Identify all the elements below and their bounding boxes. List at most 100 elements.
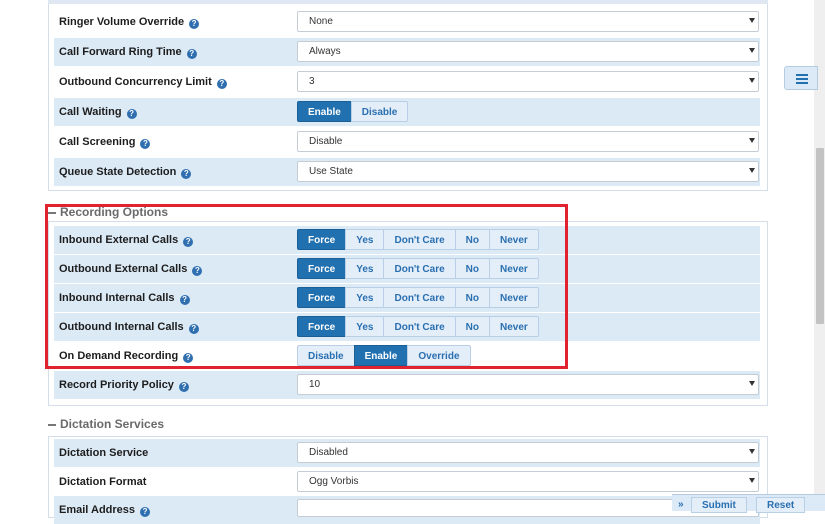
option-yes-button[interactable]: Yes [345, 316, 385, 337]
help-icon[interactable]: ? [192, 266, 203, 276]
queue-state-select[interactable]: Use State [297, 161, 759, 182]
outbound-external-row: Outbound External Calls? Force Yes Don't… [54, 255, 760, 283]
side-menu-tab[interactable] [784, 66, 818, 90]
outbound-concurrency-row: Outbound Concurrency Limit? 3 [54, 68, 760, 96]
ringer-volume-row: Ringer Volume Override? None [54, 8, 760, 36]
option-never-button[interactable]: Never [489, 258, 539, 279]
field-label: Call Screening? [59, 128, 151, 156]
call-forward-row: Call Forward Ring Time? Always [54, 38, 760, 66]
option-yes-button[interactable]: Yes [345, 258, 385, 279]
call-waiting-disable-button[interactable]: Disable [350, 101, 409, 122]
field-label: Email Address? [59, 496, 151, 524]
list-icon [796, 74, 808, 84]
option-dont-care-button[interactable]: Don't Care [383, 316, 456, 337]
help-icon[interactable]: ? [140, 507, 151, 517]
recording-options-header[interactable]: Recording Options [48, 203, 168, 221]
option-force-button[interactable]: Force [297, 316, 347, 337]
field-label: Inbound External Calls? [59, 226, 194, 254]
chevron-down-icon [749, 18, 755, 23]
outbound-concurrency-select[interactable]: 3 [297, 71, 759, 92]
option-force-button[interactable]: Force [297, 287, 347, 308]
field-label: Outbound Concurrency Limit? [59, 68, 227, 96]
help-icon[interactable]: ? [183, 353, 194, 363]
help-icon[interactable]: ? [216, 79, 227, 89]
call-screening-select[interactable]: Disable [297, 131, 759, 152]
field-label: Dictation Format [59, 476, 147, 488]
field-label: Call Forward Ring Time? [59, 38, 197, 66]
inbound-internal-options: Force Yes Don't Care No Never [297, 287, 539, 308]
option-no-button[interactable]: No [454, 287, 490, 308]
chevron-down-icon [749, 138, 755, 143]
inbound-external-options: Force Yes Don't Care No Never [297, 229, 539, 250]
chevron-down-icon [749, 48, 755, 53]
queue-state-row: Queue State Detection? Use State [54, 158, 760, 186]
option-never-button[interactable]: Never [489, 229, 539, 250]
call-screening-row: Call Screening? Disable [54, 128, 760, 156]
help-icon[interactable]: ? [183, 237, 194, 247]
help-icon[interactable]: ? [178, 382, 189, 392]
outbound-internal-row: Outbound Internal Calls? Force Yes Don't… [54, 313, 760, 341]
on-demand-options: Disable Enable Override [297, 345, 471, 366]
inbound-external-row: Inbound External Calls? Force Yes Don't … [54, 226, 760, 254]
option-never-button[interactable]: Never [489, 316, 539, 337]
on-demand-recording-row: On Demand Recording? Disable Enable Over… [54, 342, 760, 370]
field-label: Record Priority Policy? [59, 371, 189, 399]
chevron-down-icon [749, 381, 755, 386]
dictation-format-row: Dictation Format Ogg Vorbis [54, 468, 760, 496]
field-label: Inbound Internal Calls? [59, 284, 190, 312]
reset-button[interactable]: Reset [756, 497, 806, 513]
ringer-volume-select[interactable]: None [297, 11, 759, 32]
option-no-button[interactable]: No [454, 258, 490, 279]
dictation-service-row: Dictation Service Disabled [54, 439, 760, 467]
submit-button[interactable]: Submit [691, 497, 747, 513]
dictation-service-select[interactable]: Disabled [297, 442, 759, 463]
field-label: Outbound External Calls? [59, 255, 203, 283]
option-dont-care-button[interactable]: Don't Care [383, 258, 456, 279]
help-icon[interactable]: ? [189, 19, 200, 29]
option-force-button[interactable]: Force [297, 258, 347, 279]
help-icon[interactable]: ? [181, 169, 192, 179]
on-demand-disable-button[interactable]: Disable [297, 345, 355, 366]
option-dont-care-button[interactable]: Don't Care [383, 287, 456, 308]
inbound-internal-row: Inbound Internal Calls? Force Yes Don't … [54, 284, 760, 312]
help-icon[interactable]: ? [126, 109, 137, 119]
help-icon[interactable]: ? [188, 324, 199, 334]
field-label: Call Waiting? [59, 98, 137, 126]
chevron-down-icon [749, 78, 755, 83]
chevron-down-icon [749, 478, 755, 483]
call-waiting-enable-button[interactable]: Enable [297, 101, 352, 122]
help-icon[interactable]: ? [140, 139, 151, 149]
dictation-format-select[interactable]: Ogg Vorbis [297, 471, 759, 492]
on-demand-enable-button[interactable]: Enable [353, 345, 409, 366]
field-label: Dictation Service [59, 447, 149, 459]
option-force-button[interactable]: Force [297, 229, 347, 250]
field-label: Outbound Internal Calls? [59, 313, 199, 341]
outbound-internal-options: Force Yes Don't Care No Never [297, 316, 539, 337]
expand-chevron-icon[interactable]: » [678, 499, 684, 510]
record-priority-row: Record Priority Policy? 10 [54, 371, 760, 399]
outbound-external-options: Force Yes Don't Care No Never [297, 258, 539, 279]
call-forward-select[interactable]: Always [297, 41, 759, 62]
field-label: On Demand Recording? [59, 342, 194, 370]
help-icon[interactable]: ? [186, 49, 197, 59]
option-never-button[interactable]: Never [489, 287, 539, 308]
option-yes-button[interactable]: Yes [345, 229, 385, 250]
scrollbar-thumb[interactable] [816, 148, 824, 324]
call-waiting-row: Call Waiting? Enable Disable [54, 98, 760, 126]
field-label: Ringer Volume Override? [59, 8, 200, 36]
on-demand-override-button[interactable]: Override [407, 345, 471, 366]
chevron-down-icon [749, 168, 755, 173]
option-no-button[interactable]: No [454, 229, 490, 250]
option-dont-care-button[interactable]: Don't Care [383, 229, 456, 250]
field-label: Queue State Detection? [59, 158, 192, 186]
chevron-down-icon [749, 449, 755, 454]
help-icon[interactable]: ? [179, 295, 190, 305]
option-no-button[interactable]: No [454, 316, 490, 337]
call-waiting-toggle: Enable Disable [297, 101, 409, 122]
dictation-services-header[interactable]: Dictation Services [48, 415, 164, 433]
email-address-row: Email Address? [54, 496, 760, 524]
collapse-icon [48, 423, 56, 426]
option-yes-button[interactable]: Yes [345, 287, 385, 308]
record-priority-select[interactable]: 10 [297, 374, 759, 395]
collapse-icon [48, 211, 56, 214]
